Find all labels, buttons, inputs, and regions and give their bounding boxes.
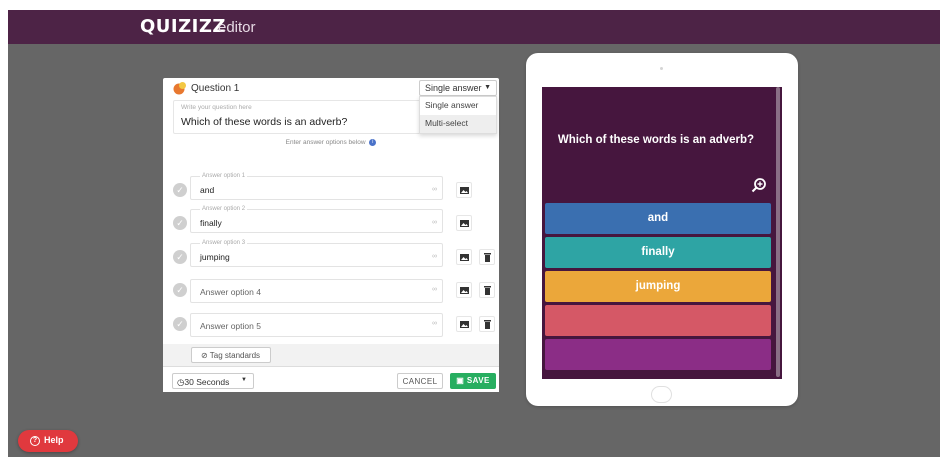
preview-screen: Which of these words is an adverb? and f… <box>542 87 782 379</box>
answer-option-placeholder: Answer option 4 <box>200 287 261 297</box>
correct-answer-check-icon[interactable]: ✓ <box>173 216 187 230</box>
cancel-button[interactable]: CANCEL <box>397 373 443 389</box>
answer-option-input-4[interactable]: Answer option 4 <box>190 279 443 303</box>
preview-option-5 <box>545 339 771 370</box>
tablet-preview: Which of these words is an adverb? and f… <box>526 53 798 406</box>
math-equation-icon[interactable]: ∞ <box>432 253 437 260</box>
answer-option-placeholder: Answer option 5 <box>200 321 261 331</box>
add-image-button[interactable] <box>456 249 472 265</box>
timer-select[interactable]: ◷30 Seconds ▼ <box>172 373 254 389</box>
question-input-label: Write your question here <box>181 104 252 111</box>
logo-subtitle: editor <box>218 19 256 36</box>
answer-row-1: ✓ Answer option 1 and ∞ <box>173 173 495 204</box>
preview-option-1: and <box>545 203 771 234</box>
image-icon <box>460 254 469 261</box>
caret-down-icon: ▼ <box>241 377 247 383</box>
help-label: Help <box>44 435 64 445</box>
math-equation-icon[interactable]: ∞ <box>432 186 437 193</box>
answer-row-3: ✓ Answer option 3 jumping ∞ <box>173 240 495 271</box>
answer-row-2: ✓ Answer option 2 finally ∞ <box>173 206 495 237</box>
preview-option-4 <box>545 305 771 336</box>
tablet-home-button <box>651 386 672 403</box>
tag-standards-label: Tag standards <box>209 351 261 360</box>
trash-icon <box>484 286 491 295</box>
answer-option-input-5[interactable]: Answer option 5 <box>190 313 443 337</box>
delete-option-button[interactable] <box>479 249 495 265</box>
tag-standards-button[interactable]: ⊘ Tag standards <box>191 347 271 363</box>
question-header: Question 1 Single answer ▼ Single answer… <box>163 78 499 134</box>
image-icon <box>460 187 469 194</box>
save-button[interactable]: ▣ SAVE <box>450 373 496 389</box>
tag-icon: ⊘ <box>201 351 210 360</box>
answers-hint-text: Enter answer options below <box>285 139 366 147</box>
preview-question: Which of these words is an adverb? <box>557 134 755 146</box>
answer-option-label: Answer option 3 <box>200 240 248 246</box>
question-circle-icon: ? <box>30 435 40 446</box>
timer-value: 30 Seconds <box>184 377 230 387</box>
answer-option-value: finally <box>200 218 222 228</box>
preview-scrollbar[interactable] <box>776 87 780 377</box>
preview-option-3: jumping <box>545 271 771 302</box>
math-equation-icon[interactable]: ∞ <box>432 219 437 226</box>
caret-down-icon: ▼ <box>484 84 491 91</box>
answer-option-input-3[interactable]: Answer option 3 jumping <box>190 240 443 267</box>
question-editor-panel: Question 1 Single answer ▼ Single answer… <box>163 78 499 392</box>
add-image-button[interactable] <box>456 182 472 198</box>
image-icon <box>460 287 469 294</box>
answer-option-value: jumping <box>200 252 230 262</box>
correct-answer-check-icon[interactable]: ✓ <box>173 250 187 264</box>
answer-type-select[interactable]: Single answer ▼ <box>419 80 497 96</box>
answer-type-dropdown: Single answer Multi-select <box>419 96 497 134</box>
image-icon <box>460 220 469 227</box>
add-image-button[interactable] <box>456 282 472 298</box>
tag-area: ⊘ Tag standards <box>163 344 499 366</box>
editor-stage: QUIZIZZ editor Question 1 Single answer … <box>8 10 940 457</box>
add-image-button[interactable] <box>456 215 472 231</box>
answer-row-4: ✓ Answer option 4 ∞ <box>173 276 495 304</box>
save-label: SAVE <box>466 376 490 385</box>
preview-option-2: finally <box>545 237 771 268</box>
correct-answer-check-icon[interactable]: ✓ <box>173 283 187 297</box>
math-equation-icon[interactable]: ∞ <box>432 320 437 327</box>
answer-type-value: Single answer <box>425 83 482 93</box>
tablet-camera <box>660 67 663 70</box>
answer-option-label: Answer option 1 <box>200 173 248 179</box>
question-input-value: Which of these words is an adverb? <box>181 116 348 128</box>
info-icon[interactable]: i <box>369 139 377 146</box>
question-badge-icon <box>173 82 186 95</box>
correct-answer-check-icon[interactable]: ✓ <box>173 317 187 331</box>
top-bar: QUIZIZZ editor <box>8 10 940 44</box>
quizizz-logo[interactable]: QUIZIZZ <box>140 16 226 37</box>
answer-row-5: ✓ Answer option 5 ∞ <box>173 310 495 338</box>
image-icon <box>460 321 469 328</box>
answer-option-label: Answer option 2 <box>200 206 248 212</box>
trash-icon <box>484 320 491 329</box>
answer-option-input-2[interactable]: Answer option 2 finally <box>190 206 443 233</box>
answers-hint: Enter answer options below i <box>163 139 499 146</box>
question-title: Question 1 <box>191 83 240 94</box>
dropdown-option-multi[interactable]: Multi-select <box>420 115 496 133</box>
math-equation-icon[interactable]: ∞ <box>432 286 437 293</box>
answer-option-value: and <box>200 185 215 195</box>
dropdown-option-single[interactable]: Single answer <box>420 97 496 115</box>
answer-option-input-1[interactable]: Answer option 1 and <box>190 173 443 200</box>
help-button[interactable]: ? Help <box>18 430 78 452</box>
zoom-in-icon[interactable] <box>751 177 767 193</box>
editor-footer: ◷30 Seconds ▼ CANCEL ▣ SAVE <box>163 366 499 392</box>
delete-option-button[interactable] <box>479 282 495 298</box>
delete-option-button[interactable] <box>479 316 495 332</box>
correct-answer-check-icon[interactable]: ✓ <box>173 183 187 197</box>
save-icon: ▣ <box>456 376 467 385</box>
add-image-button[interactable] <box>456 316 472 332</box>
trash-icon <box>484 253 491 262</box>
